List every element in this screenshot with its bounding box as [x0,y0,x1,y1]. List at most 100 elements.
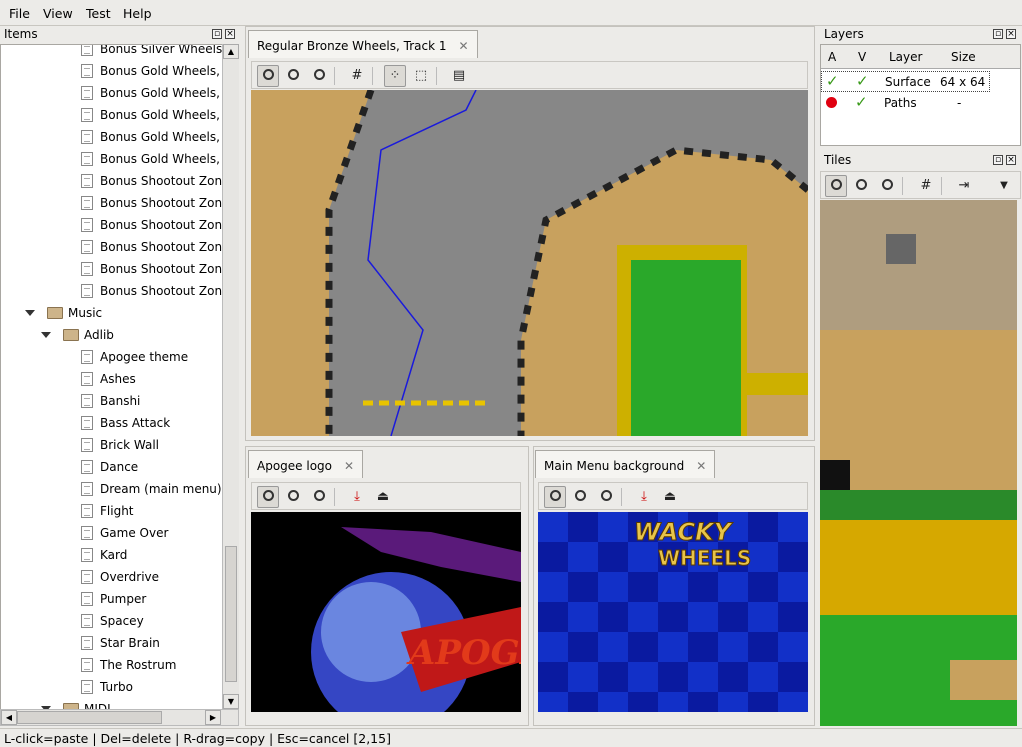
menubg-title-line2: WHEELS [658,546,751,570]
layer-row-surface[interactable]: ✓ ✓ Surface 64 x 64 [821,71,990,92]
items-horizontal-scrollbar[interactable]: ◀ ▶ [0,709,239,726]
tree-item[interactable]: Ashes [81,368,136,390]
tree-item[interactable]: Bonus Shootout Zone [81,280,229,302]
document-icon [81,174,93,188]
tree-item[interactable]: Bonus Shootout Zone [81,236,229,258]
import-icon[interactable]: ⤓ [633,486,655,508]
close-panel-icon[interactable]: × [1006,155,1016,165]
menubg-canvas: WACKY WHEELS [538,512,808,712]
tree-item[interactable]: Bonus Gold Wheels, T [81,60,231,82]
zoom-fit-icon[interactable] [257,65,279,87]
float-panel-icon[interactable]: ▫ [993,155,1003,165]
zoom-out-icon[interactable] [876,175,898,197]
tree-item[interactable]: Turbo [81,676,133,698]
tab-apogee-logo[interactable]: Apogee logo ✕ [248,450,364,478]
tree-item[interactable]: Spacey [81,610,144,632]
scroll-up-icon[interactable]: ▲ [223,44,239,59]
zoom-in-icon[interactable] [282,65,304,87]
menu-help[interactable]: Help [123,6,152,21]
col-header-size[interactable]: Size [951,50,976,64]
zoom-in-icon[interactable] [850,175,872,197]
close-panel-icon[interactable]: × [225,29,235,39]
tree-item[interactable]: Brick Wall [81,434,159,456]
document-icon [81,570,93,584]
zoom-out-icon[interactable] [595,486,617,508]
tree-item[interactable]: Dance [81,456,138,478]
properties-icon[interactable]: ▤ [448,65,470,87]
check-icon[interactable]: ✓ [826,72,839,90]
tree-item[interactable]: Bonus Shootout Zone [81,258,229,280]
tree-item[interactable]: The Rostrum [81,654,176,676]
tree-folder[interactable]: Adlib [41,324,114,346]
layer-row-paths[interactable]: ✓ Paths - [821,93,990,114]
fit-width-icon[interactable]: ⇥ [953,175,975,197]
tree-item[interactable]: Bonus Gold Wheels, F [81,148,231,170]
tree-item[interactable]: Bonus Shootout Zone [81,192,229,214]
tab-main-menu-background[interactable]: Main Menu background ✕ [535,450,716,478]
zoom-in-icon[interactable] [569,486,591,508]
zoom-fit-icon[interactable] [544,486,566,508]
path-edit-icon[interactable]: ⁘ [384,65,406,87]
tab-track[interactable]: Regular Bronze Wheels, Track 1 ✕ [248,30,478,58]
tree-folder[interactable]: Music [25,302,102,324]
items-vertical-scrollbar[interactable]: ▲ ▼ [222,44,239,710]
scroll-down-icon[interactable]: ▼ [223,694,239,709]
hscroll-thumb[interactable] [17,711,162,724]
close-panel-icon[interactable]: × [1006,29,1016,39]
float-panel-icon[interactable]: ▫ [993,29,1003,39]
tiles-canvas[interactable] [820,200,1017,726]
expander-icon[interactable] [41,332,51,338]
tree-item[interactable]: Kard [81,544,127,566]
scroll-left-icon[interactable]: ◀ [1,710,17,725]
tree-item-label: Bonus Gold Wheels, F [100,152,231,166]
tree-item[interactable]: Star Brain [81,632,160,654]
check-icon[interactable]: ✓ [856,72,869,90]
menu-file[interactable]: File [9,6,30,21]
grid-icon[interactable]: # [346,65,368,87]
import-icon[interactable]: ⤓ [346,486,368,508]
active-dot-icon[interactable] [826,97,837,108]
zoom-fit-icon[interactable] [257,486,279,508]
tree-item[interactable]: Overdrive [81,566,159,588]
export-icon[interactable]: ⏏ [372,486,394,508]
document-icon [81,108,93,122]
tree-item[interactable]: Pumper [81,588,146,610]
dropdown-arrow-icon[interactable]: ▼ [993,175,1015,197]
tree-item[interactable]: Bonus Gold Wheels, T [81,126,231,148]
float-panel-icon[interactable]: ▫ [212,29,222,39]
scroll-thumb[interactable] [225,546,237,682]
tree-item[interactable]: Dream (main menu) [81,478,222,500]
tree-item-label: Dance [100,460,139,474]
items-tree[interactable]: Bonus Silver Wheels, Bonus Gold Wheels, … [0,44,239,710]
col-header-layer[interactable]: Layer [889,50,922,64]
close-tab-icon[interactable]: ✕ [696,459,706,473]
zoom-out-icon[interactable] [308,65,330,87]
tree-item[interactable]: Banshi [81,390,140,412]
tree-item-label: Bonus Shootout Zone [100,284,230,298]
tree-item[interactable]: Game Over [81,522,168,544]
zoom-out-icon[interactable] [308,486,330,508]
zoom-fit-icon[interactable] [825,175,847,197]
expander-icon[interactable] [25,310,35,316]
col-header-a[interactable]: A [828,50,836,64]
col-header-v[interactable]: V [858,50,866,64]
tree-item[interactable]: Flight [81,500,134,522]
tree-item[interactable]: Bonus Shootout Zone [81,214,229,236]
tree-item[interactable]: Bonus Silver Wheels, [81,45,226,60]
track-canvas[interactable] [251,90,808,436]
scroll-right-icon[interactable]: ▶ [205,710,221,725]
tree-item[interactable]: Bonus Shootout Zone [81,170,229,192]
menu-test[interactable]: Test [86,6,111,21]
tree-item[interactable]: Apogee theme [81,346,188,368]
close-tab-icon[interactable]: ✕ [459,39,469,53]
tree-item[interactable]: Bass Attack [81,412,170,434]
check-icon[interactable]: ✓ [855,93,868,111]
close-tab-icon[interactable]: ✕ [344,459,354,473]
zoom-in-icon[interactable] [282,486,304,508]
tree-item[interactable]: Bonus Gold Wheels, T [81,104,231,126]
export-icon[interactable]: ⏏ [659,486,681,508]
select-icon[interactable]: ⬚ [410,65,432,87]
grid-icon[interactable]: # [915,175,937,197]
tree-item[interactable]: Bonus Gold Wheels, T [81,82,231,104]
menu-view[interactable]: View [43,6,73,21]
